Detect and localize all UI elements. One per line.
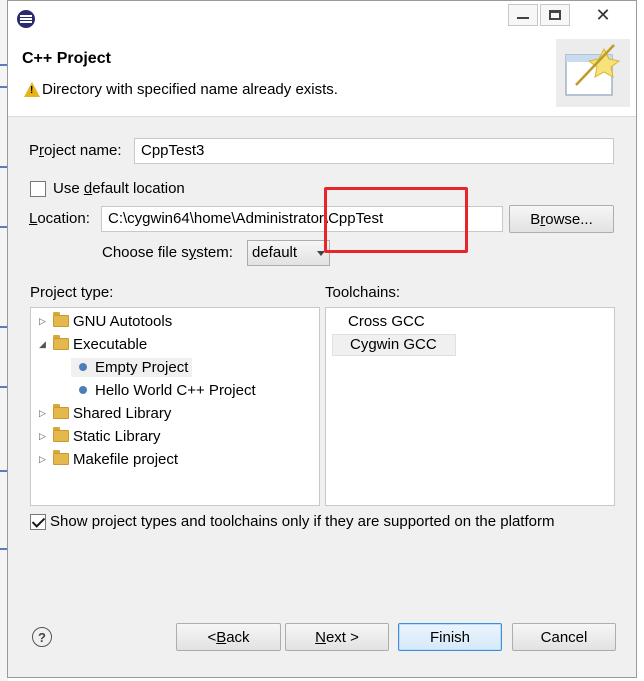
file-system-select[interactable]: default [247,240,330,266]
show-supported-checkbox[interactable] [30,514,46,530]
project-type-label: Project type: [30,284,114,301]
project-name-label: Project name: [29,142,122,159]
tree-item-selection: Empty Project [71,357,193,377]
browse-button[interactable]: Br owse... [509,205,614,233]
tree-item-static-library[interactable]: ▷ Static Library [39,425,161,447]
highlight-annotation [324,187,468,253]
collapse-icon[interactable]: ◢ [39,339,53,350]
toolchain-cygwin-gcc[interactable]: Cygwin GCC [332,334,456,356]
close-button[interactable]: ✕ [582,4,624,26]
tree-item-executable[interactable]: ◢ Executable [39,333,147,355]
tree-item-empty-project[interactable]: Empty Project [71,356,193,378]
folder-icon [53,427,69,442]
cpp-project-dialog: ✕ C++ Project ! Directory with specified… [7,0,637,678]
project-type-tree[interactable]: ▷ GNU Autotools ◢ Executable Empty Proje… [30,307,320,506]
close-icon: ✕ [595,4,611,25]
file-system-label: Choose file system: [102,244,233,261]
folder-icon [53,335,69,350]
folder-icon [53,312,69,327]
project-icon [79,363,87,371]
page-title: C++ Project [22,50,111,67]
expand-icon[interactable]: ▷ [39,431,53,442]
use-default-location-label: Use default location [53,180,185,197]
expand-icon[interactable]: ▷ [39,408,53,419]
wizard-header: C++ Project ! Directory with specified n… [8,33,636,117]
title-bar: ✕ [8,1,636,33]
tree-item-hello-world[interactable]: Hello World C++ Project [73,379,256,401]
tree-item-makefile-project[interactable]: ▷ Makefile project [39,448,178,470]
warning-icon: ! [24,82,40,97]
minimize-icon [517,17,529,19]
finish-button[interactable]: Finish [398,623,502,651]
toolchains-label: Toolchains: [325,284,401,301]
project-name-input[interactable]: CppTest3 [134,138,614,164]
minimize-button[interactable] [508,4,538,26]
maximize-button[interactable] [540,4,570,26]
next-button[interactable]: Next > [285,623,389,651]
toolchains-list[interactable]: Cross GCC Cygwin GCC [325,307,615,506]
show-supported-label: Show project types and toolchains only i… [50,513,555,530]
cancel-button[interactable]: Cancel [512,623,616,651]
folder-icon [53,450,69,465]
tree-item-gnu-autotools[interactable]: ▷ GNU Autotools [39,310,172,332]
folder-icon [53,404,69,419]
eclipse-icon [17,10,35,28]
header-message: Directory with specified name already ex… [42,81,338,98]
help-icon[interactable]: ? [32,627,52,647]
expand-icon[interactable]: ▷ [39,316,53,327]
project-icon [79,386,87,394]
location-label: Location: [29,210,90,227]
use-default-location-checkbox[interactable] [30,181,46,197]
tree-item-shared-library[interactable]: ▷ Shared Library [39,402,171,424]
file-system-value: default [252,244,298,261]
back-button[interactable]: < Back [176,623,281,651]
maximize-icon [549,10,561,20]
expand-icon[interactable]: ▷ [39,454,53,465]
new-project-wizard-icon [556,39,630,107]
toolchain-cross-gcc[interactable]: Cross GCC [331,312,443,334]
